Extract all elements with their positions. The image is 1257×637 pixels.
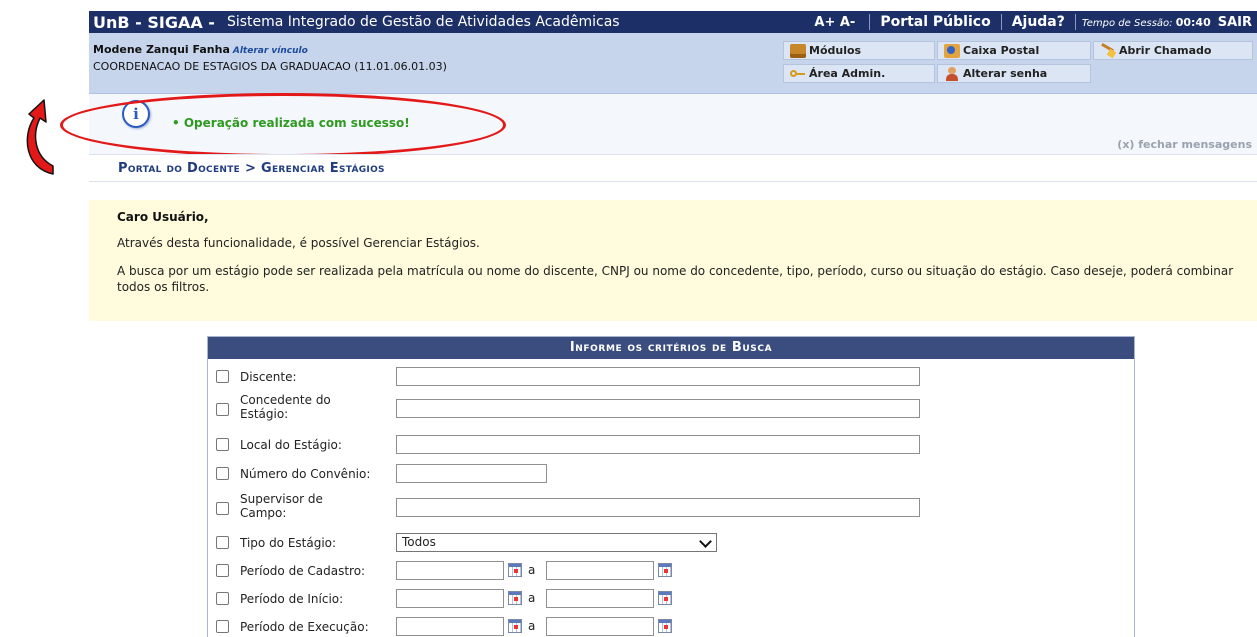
periodo-execucao-label: Período de Execução:: [240, 620, 369, 634]
numero-convenio-label: Número do Convênio:: [240, 467, 371, 481]
abrir-chamado-label: Abrir Chamado: [1119, 44, 1212, 57]
discente-label: Discente:: [240, 370, 297, 384]
tipo-select[interactable]: Todos: [396, 533, 717, 552]
package-icon: [790, 43, 806, 58]
local-checkbox[interactable]: [216, 438, 229, 451]
session-timer: Tempo de Sessão: 00:40: [1076, 16, 1215, 29]
top-bar: UnB - SIGAA - Sistema Integrado de Gestã…: [89, 11, 1257, 33]
search-form-title: Informe os critérios de Busca: [208, 337, 1134, 359]
periodo-cadastro-end-input[interactable]: [546, 561, 654, 580]
mailbox-icon: [944, 43, 960, 58]
user-bar: Modene Zanqui Fanha Alterar vínculo COORD…: [89, 33, 1257, 94]
calendar-icon[interactable]: [508, 619, 522, 633]
key-icon: [790, 67, 806, 81]
abrir-chamado-button[interactable]: Abrir Chamado: [1093, 41, 1253, 60]
session-time: 00:40: [1175, 15, 1211, 29]
broom-icon: [1100, 44, 1116, 58]
close-messages-link[interactable]: (x) fechar mensagens: [1117, 138, 1252, 151]
search-form: Informe os critérios de Busca Discente: …: [207, 336, 1135, 637]
modulos-label: Módulos: [809, 44, 862, 57]
area-admin-button[interactable]: Área Admin.: [783, 64, 935, 83]
session-label: Tempo de Sessão:: [1081, 17, 1173, 29]
calendar-icon[interactable]: [658, 591, 672, 605]
description-text-1: Através desta funcionalidade, é possível…: [117, 236, 480, 250]
calendar-icon[interactable]: [658, 619, 672, 633]
periodo-cadastro-checkbox[interactable]: [216, 564, 229, 577]
periodo-inicio-end-input[interactable]: [546, 589, 654, 608]
discente-input[interactable]: [396, 367, 920, 386]
ajuda-link[interactable]: Ajuda?: [1002, 14, 1075, 30]
periodo-inicio-start-input[interactable]: [396, 589, 504, 608]
calendar-icon[interactable]: [658, 563, 672, 577]
local-input[interactable]: [396, 435, 920, 454]
periodo-execucao-start-input[interactable]: [396, 617, 504, 636]
supervisor-label: Supervisor de Campo:: [240, 492, 323, 520]
description-heading: Caro Usuário,: [117, 210, 209, 224]
concedente-input[interactable]: [396, 399, 920, 418]
user-info: Modene Zanqui Fanha Alterar vínculo: [93, 43, 308, 56]
periodo-inicio-label: Período de Início:: [240, 592, 344, 606]
numero-convenio-input[interactable]: [396, 464, 547, 483]
periodo-execucao-checkbox[interactable]: [216, 620, 229, 633]
tipo-select-value: Todos: [402, 535, 436, 549]
concedente-checkbox[interactable]: [216, 403, 229, 416]
font-size-controls[interactable]: A+ A-: [806, 15, 869, 30]
description-text-2: A busca por um estágio pode ser realizad…: [117, 264, 1234, 294]
discente-checkbox[interactable]: [216, 370, 229, 383]
breadcrumb: Portal do Docente > Gerenciar Estágios: [118, 161, 385, 176]
range-separator: a: [528, 591, 536, 605]
local-label: Local do Estágio:: [240, 438, 342, 452]
calendar-icon[interactable]: [508, 591, 522, 605]
logout-link[interactable]: SAIR: [1215, 15, 1257, 30]
brand-title: UnB - SIGAA -: [93, 12, 215, 32]
range-separator: a: [528, 619, 536, 633]
supervisor-checkbox[interactable]: [216, 502, 229, 515]
alterar-senha-button[interactable]: Alterar senha: [937, 64, 1091, 83]
tipo-checkbox[interactable]: [216, 536, 229, 549]
user-unit: COORDENACAO DE ESTAGIOS DA GRADUACAO (11…: [93, 60, 447, 73]
periodo-execucao-end-input[interactable]: [546, 617, 654, 636]
periodo-cadastro-label: Período de Cadastro:: [240, 564, 366, 578]
chevron-down-icon: [699, 535, 712, 548]
user-key-icon: [944, 66, 960, 81]
annotation-arrow-icon: [26, 99, 54, 175]
periodo-inicio-checkbox[interactable]: [216, 592, 229, 605]
range-separator: a: [528, 563, 536, 577]
numero-convenio-checkbox[interactable]: [216, 467, 229, 480]
user-name: Modene Zanqui Fanha: [93, 43, 230, 56]
calendar-icon[interactable]: [508, 563, 522, 577]
annotation-ellipse: [60, 93, 506, 157]
caixa-postal-label: Caixa Postal: [963, 44, 1040, 57]
caixa-postal-button[interactable]: Caixa Postal: [937, 41, 1091, 60]
tipo-label: Tipo do Estágio:: [240, 536, 337, 550]
modulos-button[interactable]: Módulos: [783, 41, 935, 60]
area-admin-label: Área Admin.: [809, 67, 886, 80]
alterar-senha-label: Alterar senha: [963, 67, 1048, 80]
top-bar-right: A+ A- Portal Público Ajuda? Tempo de Ses…: [806, 11, 1257, 33]
supervisor-input[interactable]: [396, 498, 920, 517]
portal-publico-link[interactable]: Portal Público: [870, 14, 1000, 30]
alterar-vinculo-link[interactable]: Alterar vínculo: [233, 46, 308, 56]
concedente-label: Concedente do Estágio:: [240, 393, 331, 421]
system-name: Sistema Integrado de Gestão de Atividade…: [226, 14, 620, 30]
description-box: [89, 200, 1257, 321]
periodo-cadastro-start-input[interactable]: [396, 561, 504, 580]
